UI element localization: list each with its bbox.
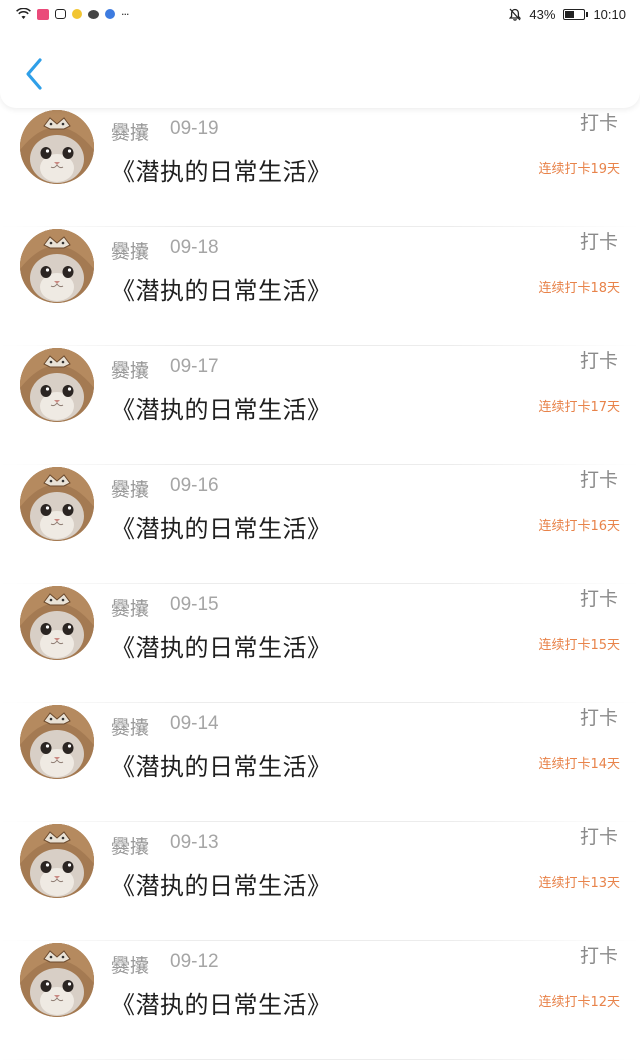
checkin-button[interactable]: 打卡 <box>580 227 618 254</box>
checkin-button[interactable]: 打卡 <box>580 941 618 968</box>
battery-percent: 43% <box>529 6 556 22</box>
entry-date: 09-18 <box>170 237 219 258</box>
checkin-button[interactable]: 打卡 <box>580 108 618 135</box>
checkin-row[interactable]: 爨攮 09-13 《潜执的日常生活》 打卡 连续打卡13天 <box>0 822 640 941</box>
cat-avatar-icon <box>20 943 94 1017</box>
back-button[interactable] <box>20 56 52 92</box>
checkin-row[interactable]: 爨攮 09-14 《潜执的日常生活》 打卡 连续打卡14天 <box>0 703 640 822</box>
baby-icon <box>72 9 82 19</box>
top-header: ··· 43% 10:10 <box>0 0 640 108</box>
entry-date: 09-14 <box>170 713 219 734</box>
user-name: 爨攮 <box>111 717 150 739</box>
cat-avatar-icon <box>20 467 94 541</box>
entry-date: 09-17 <box>170 356 219 377</box>
checkin-button[interactable]: 打卡 <box>580 703 618 730</box>
checkin-row[interactable]: 爨攮 09-16 《潜执的日常生活》 打卡 连续打卡16天 <box>0 465 640 584</box>
checkin-row[interactable]: 爨攮 09-18 《潜执的日常生活》 打卡 连续打卡18天 <box>0 227 640 346</box>
user-name: 爨攮 <box>111 122 150 144</box>
avatar[interactable] <box>20 586 94 660</box>
app-notification-icon <box>37 8 49 20</box>
book-title[interactable]: 《潜执的日常生活》 <box>111 866 332 901</box>
checkin-row[interactable]: 爨攮 09-15 《潜执的日常生活》 打卡 连续打卡15天 <box>0 584 640 703</box>
wechat-icon <box>88 9 99 19</box>
streak-label: 连续打卡14天 <box>538 757 620 772</box>
status-icons-left: ··· <box>16 8 129 21</box>
checkin-row[interactable]: 爨攮 09-17 《潜执的日常生活》 打卡 连续打卡17天 <box>0 346 640 465</box>
cat-avatar-icon <box>20 705 94 779</box>
user-name: 爨攮 <box>111 598 150 620</box>
cat-avatar-icon <box>20 110 94 184</box>
browser-icon <box>105 9 115 19</box>
streak-label: 连续打卡15天 <box>538 638 620 653</box>
avatar[interactable] <box>20 110 94 184</box>
checkin-row[interactable]: 爨攮 09-12 《潜执的日常生活》 打卡 连续打卡12天 <box>0 941 640 1060</box>
chevron-left-icon <box>26 58 42 90</box>
checkin-button[interactable]: 打卡 <box>580 465 618 492</box>
user-name: 爨攮 <box>111 479 150 501</box>
entry-date: 09-19 <box>170 118 219 139</box>
streak-label: 连续打卡19天 <box>538 162 620 177</box>
cat-avatar-icon <box>20 586 94 660</box>
status-bar: ··· 43% 10:10 <box>0 0 640 28</box>
status-icons-right: 43% 10:10 <box>509 7 626 22</box>
bilibili-icon <box>55 9 66 19</box>
checkin-button[interactable]: 打卡 <box>580 822 618 849</box>
streak-label: 连续打卡12天 <box>538 995 620 1010</box>
book-title[interactable]: 《潜执的日常生活》 <box>111 747 332 782</box>
cat-avatar-icon <box>20 229 94 303</box>
user-name: 爨攮 <box>111 836 150 858</box>
avatar[interactable] <box>20 705 94 779</box>
avatar[interactable] <box>20 229 94 303</box>
avatar[interactable] <box>20 824 94 898</box>
streak-label: 连续打卡13天 <box>538 876 620 891</box>
more-notifications-indicator: ··· <box>121 7 129 21</box>
entry-date: 09-15 <box>170 594 219 615</box>
streak-label: 连续打卡16天 <box>538 519 620 534</box>
wifi-icon <box>16 8 31 19</box>
checkin-button[interactable]: 打卡 <box>580 346 618 373</box>
book-title[interactable]: 《潜执的日常生活》 <box>111 390 332 425</box>
book-title[interactable]: 《潜执的日常生活》 <box>111 628 332 663</box>
battery-icon <box>563 8 589 20</box>
entry-date: 09-12 <box>170 951 219 972</box>
checkin-button[interactable]: 打卡 <box>580 584 618 611</box>
entry-date: 09-13 <box>170 832 219 853</box>
checkin-list: 爨攮 09-19 《潜执的日常生活》 打卡 连续打卡19天 爨攮 09-18 《… <box>0 108 640 1060</box>
bell-muted-icon <box>509 8 522 21</box>
book-title[interactable]: 《潜执的日常生活》 <box>111 985 332 1020</box>
checkin-row[interactable]: 爨攮 09-19 《潜执的日常生活》 打卡 连续打卡19天 <box>0 108 640 227</box>
book-title[interactable]: 《潜执的日常生活》 <box>111 152 332 187</box>
clock-time: 10:10 <box>593 6 626 22</box>
entry-date: 09-16 <box>170 475 219 496</box>
avatar[interactable] <box>20 943 94 1017</box>
book-title[interactable]: 《潜执的日常生活》 <box>111 271 332 306</box>
streak-label: 连续打卡17天 <box>538 400 620 415</box>
user-name: 爨攮 <box>111 955 150 977</box>
user-name: 爨攮 <box>111 241 150 263</box>
book-title[interactable]: 《潜执的日常生活》 <box>111 509 332 544</box>
streak-label: 连续打卡18天 <box>538 281 620 296</box>
cat-avatar-icon <box>20 824 94 898</box>
avatar[interactable] <box>20 348 94 422</box>
avatar[interactable] <box>20 467 94 541</box>
cat-avatar-icon <box>20 348 94 422</box>
user-name: 爨攮 <box>111 360 150 382</box>
